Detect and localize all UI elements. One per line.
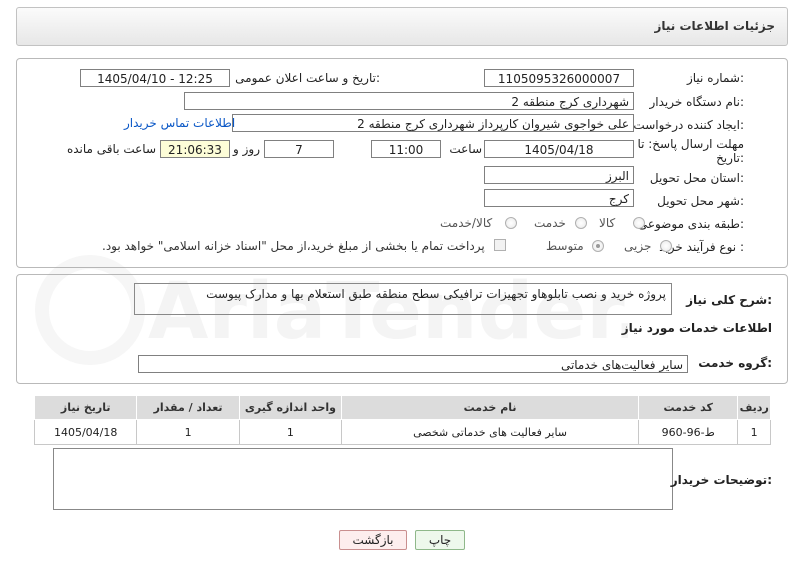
buyer-org-label: نام دستگاه خریدار: [649, 95, 745, 109]
table-row: 1 ط-96-960 سایر فعالیت های خدماتی شخصی 1… [33, 419, 771, 445]
services-section-title: اطلاعات خدمات مورد نیاز [621, 321, 772, 335]
service-group-field: سایر فعالیت‌های خدماتی [138, 355, 688, 373]
deadline-time-field: 11:00 [371, 140, 441, 158]
process-radio-medium[interactable] [592, 240, 604, 252]
cell-row: 1 [737, 419, 771, 445]
col-unit: واحد اندازه گیری [238, 395, 343, 420]
category-radio-goods[interactable] [633, 217, 645, 229]
cell-qty: 1 [136, 419, 240, 445]
payment-note: پرداخت تمام یا بخشی از مبلغ خرید،از محل … [102, 239, 485, 253]
requester-label: ایجاد کننده درخواست: [633, 118, 744, 132]
page-title: جزئیات اطلاعات نیاز [654, 19, 775, 33]
cell-name: سایر فعالیت های خدماتی شخصی [341, 419, 640, 445]
need-number-field: 1105095326000007 [484, 69, 634, 87]
process-option-minor: جزیی [624, 239, 652, 253]
description-label: شرح کلی نیاز: [686, 293, 772, 307]
cell-date: 1405/04/18 [33, 419, 138, 445]
back-button[interactable]: بازگشت [339, 530, 407, 550]
process-radio-minor[interactable] [660, 240, 672, 252]
city-field: کرج [484, 189, 634, 207]
category-radio-service[interactable] [575, 217, 587, 229]
buyer-notes-input[interactable] [53, 448, 673, 510]
page-header: جزئیات اطلاعات نیاز [16, 7, 788, 46]
remaining-time-field: 21:06:33 [160, 140, 230, 158]
announce-label: تاریخ و ساعت اعلان عمومی: [235, 71, 380, 85]
print-button[interactable]: چاپ [415, 530, 465, 550]
deadline-label: مهلت ارسال پاسخ: تا [637, 137, 744, 151]
buyer-contact-link[interactable]: اطلاعات تماس خریدار [124, 116, 235, 130]
need-info-panel [16, 58, 788, 268]
deadline-time-label: ساعت [449, 142, 482, 156]
category-option-goods: کالا [599, 216, 616, 230]
requester-field: علی خواجوی شیروان کارپرداز شهرداری کرج م… [232, 114, 634, 132]
description-text: پروژه خرید و نصب تابلوهاو تجهیزات ترافیک… [134, 283, 672, 315]
province-label: استان محل تحویل: [649, 171, 744, 185]
deadline-date-field: 1405/04/18 [484, 140, 634, 158]
services-table-header: ردیف کد خدمت نام خدمت واحد اندازه گیری ت… [33, 395, 771, 420]
service-group-label: گروه خدمت: [698, 356, 772, 370]
col-qty: تعداد / مقدار [136, 395, 240, 420]
remaining-label: ساعت باقی مانده [66, 142, 156, 156]
col-code: کد خدمت [638, 395, 739, 420]
need-number-label: شماره نیاز: [686, 71, 744, 85]
days-field: 7 [264, 140, 334, 158]
announce-datetime-field: 1405/04/10 - 12:25 [80, 69, 230, 87]
col-name: نام خدمت [341, 395, 640, 420]
province-field: البرز [484, 166, 634, 184]
col-row: ردیف [737, 395, 771, 420]
treasury-checkbox[interactable] [494, 239, 506, 251]
deadline-label-date: تاریخ: [716, 151, 744, 165]
days-label: روز و [233, 142, 260, 156]
category-option-service: خدمت [534, 216, 566, 230]
buyer-org-field: شهرداری کرج منطقه 2 [184, 92, 634, 110]
category-label: طبقه بندی موضوعی: [637, 217, 744, 231]
cell-code: ط-96-960 [638, 419, 739, 445]
category-option-goods-service: کالا/خدمت [440, 216, 493, 230]
category-radio-goods-service[interactable] [505, 217, 517, 229]
description-value: پروژه خرید و نصب تابلوهاو تجهیزات ترافیک… [206, 287, 666, 301]
process-option-medium: متوسط [546, 239, 584, 253]
city-label: شهر محل تحویل: [657, 194, 744, 208]
buyer-notes-label: توضیحات خریدار: [670, 473, 772, 487]
col-date: تاریخ نیاز [33, 395, 138, 420]
cell-unit: 1 [238, 419, 343, 445]
services-table: ردیف کد خدمت نام خدمت واحد اندازه گیری ت… [33, 395, 771, 445]
